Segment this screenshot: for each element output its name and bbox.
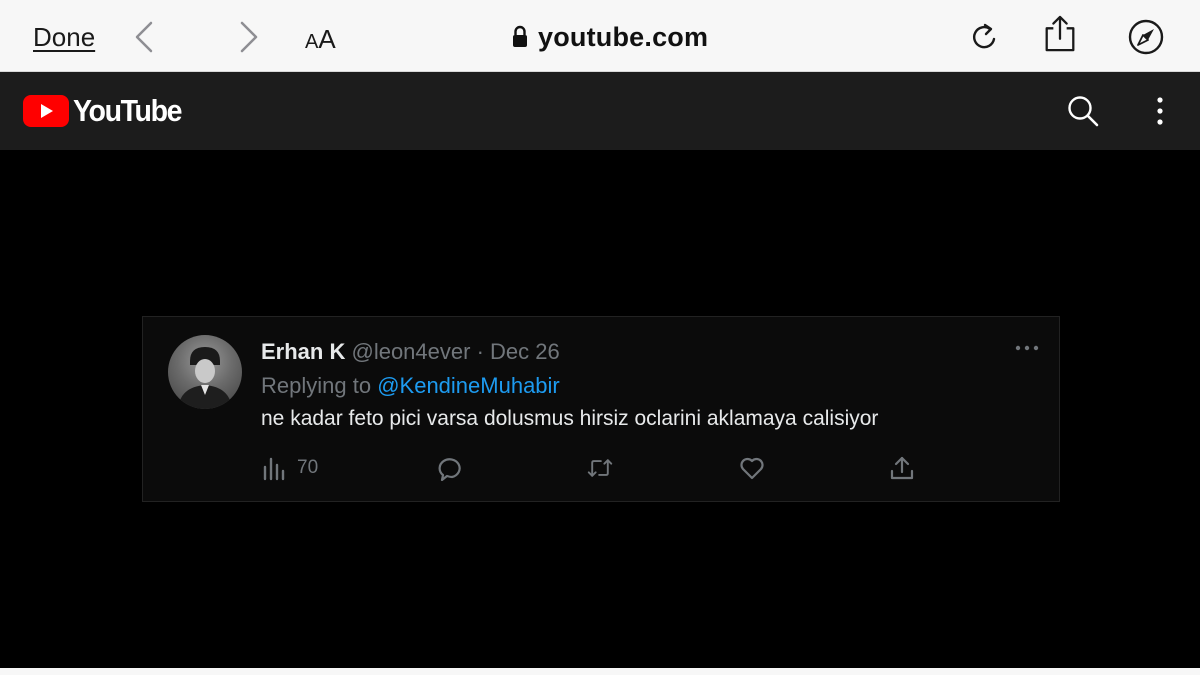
avatar-portrait xyxy=(178,347,232,409)
reload-icon[interactable] xyxy=(966,18,1002,56)
retweet-icon xyxy=(587,459,613,477)
like-button[interactable] xyxy=(739,455,765,481)
youtube-play-icon xyxy=(23,95,69,127)
views-button[interactable]: 70 xyxy=(261,455,318,481)
reply-button[interactable] xyxy=(437,455,463,481)
bottom-edge xyxy=(0,668,1200,675)
views-count: 70 xyxy=(297,457,319,478)
tweet-header: Erhan K @leon4ever · Dec 26 xyxy=(261,339,560,365)
tweet-date[interactable]: Dec 26 xyxy=(490,339,560,364)
url-text: youtube.com xyxy=(538,21,709,52)
done-button[interactable]: Done xyxy=(33,22,95,53)
tweet-actions: 70 xyxy=(261,455,921,485)
search-icon[interactable] xyxy=(1066,94,1100,128)
separator-dot: · xyxy=(476,339,484,364)
address-bar[interactable]: youtube.com xyxy=(512,20,708,54)
heart-icon xyxy=(740,457,764,480)
share-icon[interactable] xyxy=(1042,15,1078,53)
analytics-icon xyxy=(263,457,285,481)
more-horizontal-icon[interactable] xyxy=(1015,341,1039,355)
compass-icon[interactable] xyxy=(1128,18,1164,56)
text-size-small-label: A xyxy=(305,31,319,53)
text-size-button[interactable]: AA xyxy=(305,24,336,55)
chevron-right-icon[interactable] xyxy=(238,20,260,54)
tweet-text: ne kadar feto pici varsa dolusmus hirsiz… xyxy=(261,407,879,430)
replying-to-line: Replying to @KendineMuhabir xyxy=(261,373,560,399)
more-vertical-icon[interactable] xyxy=(1152,94,1168,128)
avatar[interactable] xyxy=(168,335,242,409)
youtube-header: YouTube xyxy=(0,72,1200,150)
retweet-button[interactable] xyxy=(587,455,613,481)
text-size-large-label: A xyxy=(318,24,336,54)
tweet-card: Erhan K @leon4ever · Dec 26 Replying to … xyxy=(142,316,1060,502)
tweet-share-button[interactable] xyxy=(889,455,915,481)
reply-mention-link[interactable]: @KendineMuhabir xyxy=(377,373,560,398)
author-handle[interactable]: @leon4ever xyxy=(351,339,470,364)
share-icon xyxy=(890,456,914,480)
chevron-left-icon[interactable] xyxy=(133,20,155,54)
replying-prefix: Replying to xyxy=(261,373,372,398)
reply-icon xyxy=(438,458,461,481)
lock-icon xyxy=(513,25,527,47)
browser-toolbar: Done AA youtube.com xyxy=(0,0,1200,72)
youtube-wordmark: YouTube xyxy=(73,93,182,128)
author-name[interactable]: Erhan K xyxy=(261,339,345,364)
youtube-logo[interactable]: YouTube xyxy=(23,93,191,129)
